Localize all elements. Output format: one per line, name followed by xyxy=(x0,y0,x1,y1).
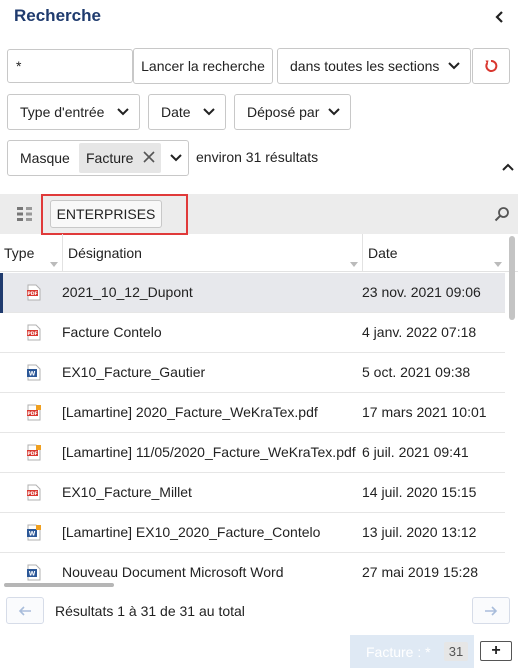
chevron-down-icon xyxy=(170,154,182,162)
scope-select-value: dans toutes les sections xyxy=(290,58,440,74)
table-row[interactable]: W Nouveau Document Microsoft Word 27 mai 2… xyxy=(0,553,505,583)
row-name: EX10_Facture_Gautier xyxy=(62,364,206,380)
column-name[interactable]: Désignation xyxy=(68,234,362,272)
sort-arrow-icon xyxy=(350,262,358,267)
svg-text:PDF: PDF xyxy=(27,451,37,457)
svg-text:PDF: PDF xyxy=(27,491,37,497)
table-row[interactable]: W EX10_Facture_Gautier 5 oct. 2021 09:38 xyxy=(0,353,505,393)
reset-icon xyxy=(485,60,498,72)
panel-title: Recherche xyxy=(14,6,101,25)
pdf-file-icon: PDF xyxy=(27,284,41,301)
column-date[interactable]: Date xyxy=(368,234,506,272)
deposited-by-filter[interactable]: Déposé par xyxy=(234,94,351,130)
search-button-label: Lancer la recherche xyxy=(141,58,265,74)
column-type[interactable]: Type xyxy=(4,234,62,272)
column-type-label: Type xyxy=(4,245,35,261)
deposited-by-filter-label: Déposé par xyxy=(247,104,320,120)
table-row[interactable]: PDF 2021_10_12_Dupont 23 nov. 2021 09:06 xyxy=(0,273,505,313)
arrow-right-icon xyxy=(485,605,498,616)
row-name: [Lamartine] 11/05/2020_Facture_WeKraTex.… xyxy=(62,444,356,460)
row-name: 2021_10_12_Dupont xyxy=(62,284,193,300)
mask-chip-label: Facture xyxy=(86,150,134,166)
column-divider xyxy=(362,234,363,272)
search-input[interactable] xyxy=(7,49,133,83)
results-list: PDF 2021_10_12_Dupont 23 nov. 2021 09:06 PD… xyxy=(0,273,505,583)
chevron-down-icon xyxy=(448,62,460,70)
result-count: environ 31 résultats xyxy=(196,149,319,165)
table-row[interactable]: PDF EX10_Facture_Millet 14 juil. 2020 15:1… xyxy=(0,473,505,513)
scope-select[interactable]: dans toutes les sections xyxy=(277,48,471,84)
chevron-left-icon[interactable] xyxy=(493,8,507,26)
close-icon[interactable] xyxy=(143,151,155,163)
chevron-up-icon[interactable] xyxy=(501,162,515,172)
table-row[interactable]: PDF [Lamartine] 11/05/2020_Facture_WeKraT… xyxy=(0,433,505,473)
row-date: 13 juil. 2020 13:12 xyxy=(362,524,477,540)
table-row[interactable]: W [Lamartine] EX10_2020_Facture_Contelo 13… xyxy=(0,513,505,553)
folder-enterprises-button[interactable]: ENTERPRISES xyxy=(50,200,162,228)
pdf-file-icon: PDF xyxy=(27,324,41,341)
date-filter-label: Date xyxy=(161,104,191,120)
row-date: 14 juil. 2020 15:15 xyxy=(362,484,477,500)
column-name-label: Désignation xyxy=(68,245,142,261)
row-date: 27 mai 2019 15:28 xyxy=(362,564,478,580)
search-button[interactable]: Lancer la recherche xyxy=(133,48,273,84)
table-row[interactable]: PDF Facture Contelo 4 janv. 2022 07:18 xyxy=(0,313,505,353)
arrow-left-icon xyxy=(18,605,31,616)
row-name: Nouveau Document Microsoft Word xyxy=(62,564,284,580)
chevron-down-icon xyxy=(328,108,340,116)
results-table-header: Type Désignation Date xyxy=(0,234,518,272)
word-file-icon: W xyxy=(27,564,41,581)
pdf-linked-file-icon: PDF xyxy=(27,444,41,461)
row-date: 4 janv. 2022 07:18 xyxy=(362,324,477,340)
plus-icon: + xyxy=(491,642,501,659)
pdf-linked-file-icon: PDF xyxy=(27,404,41,421)
entry-type-filter-label: Type d'entrée xyxy=(20,104,105,120)
saved-search-count-badge: 31 xyxy=(444,642,468,661)
tree-view-icon[interactable] xyxy=(16,206,34,222)
previous-page-button[interactable] xyxy=(6,597,44,624)
svg-text:W: W xyxy=(29,371,36,378)
svg-text:PDF: PDF xyxy=(27,331,37,337)
panel-header: Recherche xyxy=(0,0,525,36)
row-name: [Lamartine] EX10_2020_Facture_Contelo xyxy=(62,524,321,540)
vertical-scrollbar[interactable] xyxy=(509,236,515,320)
search-icon[interactable] xyxy=(494,206,510,222)
pagination-summary: Résultats 1 à 31 de 31 au total xyxy=(55,603,245,619)
entry-type-filter[interactable]: Type d'entrée xyxy=(7,94,140,130)
word-file-icon: W xyxy=(27,364,41,381)
mask-chip: Facture xyxy=(79,143,161,173)
saved-search-tab-label: Facture : * xyxy=(366,643,431,660)
add-search-button[interactable]: + xyxy=(480,641,512,661)
folder-enterprises-label: ENTERPRISES xyxy=(56,206,156,222)
saved-search-tab[interactable]: Facture : * 31 xyxy=(350,635,474,668)
chevron-down-icon xyxy=(117,108,129,116)
column-divider xyxy=(62,234,63,272)
sort-arrow-icon xyxy=(50,262,58,267)
row-date: 17 mars 2021 10:01 xyxy=(362,404,487,420)
row-date: 5 oct. 2021 09:38 xyxy=(362,364,471,380)
results-toolbar: ENTERPRISES xyxy=(0,194,518,235)
svg-text:PDF: PDF xyxy=(27,411,37,417)
date-filter[interactable]: Date xyxy=(148,94,226,130)
pdf-file-icon: PDF xyxy=(27,484,41,501)
word-linked-file-icon: W xyxy=(27,524,41,541)
svg-text:PDF: PDF xyxy=(27,291,37,297)
row-date: 23 nov. 2021 09:06 xyxy=(362,284,481,300)
svg-text:W: W xyxy=(29,571,36,578)
row-date: 6 juil. 2021 09:41 xyxy=(362,444,469,460)
row-name: [Lamartine] 2020_Facture_WeKraTex.pdf xyxy=(62,404,318,420)
svg-text:W: W xyxy=(29,531,36,538)
chevron-down-icon xyxy=(203,108,215,116)
table-row[interactable]: PDF [Lamartine] 2020_Facture_WeKraTex.pdf… xyxy=(0,393,505,433)
reset-button[interactable] xyxy=(472,48,510,84)
row-name: Facture Contelo xyxy=(62,324,162,340)
next-page-button[interactable] xyxy=(472,597,510,624)
horizontal-scrollbar[interactable] xyxy=(4,583,114,587)
sort-arrow-icon xyxy=(494,262,502,267)
column-date-label: Date xyxy=(368,245,398,261)
row-name: EX10_Facture_Millet xyxy=(62,484,192,500)
